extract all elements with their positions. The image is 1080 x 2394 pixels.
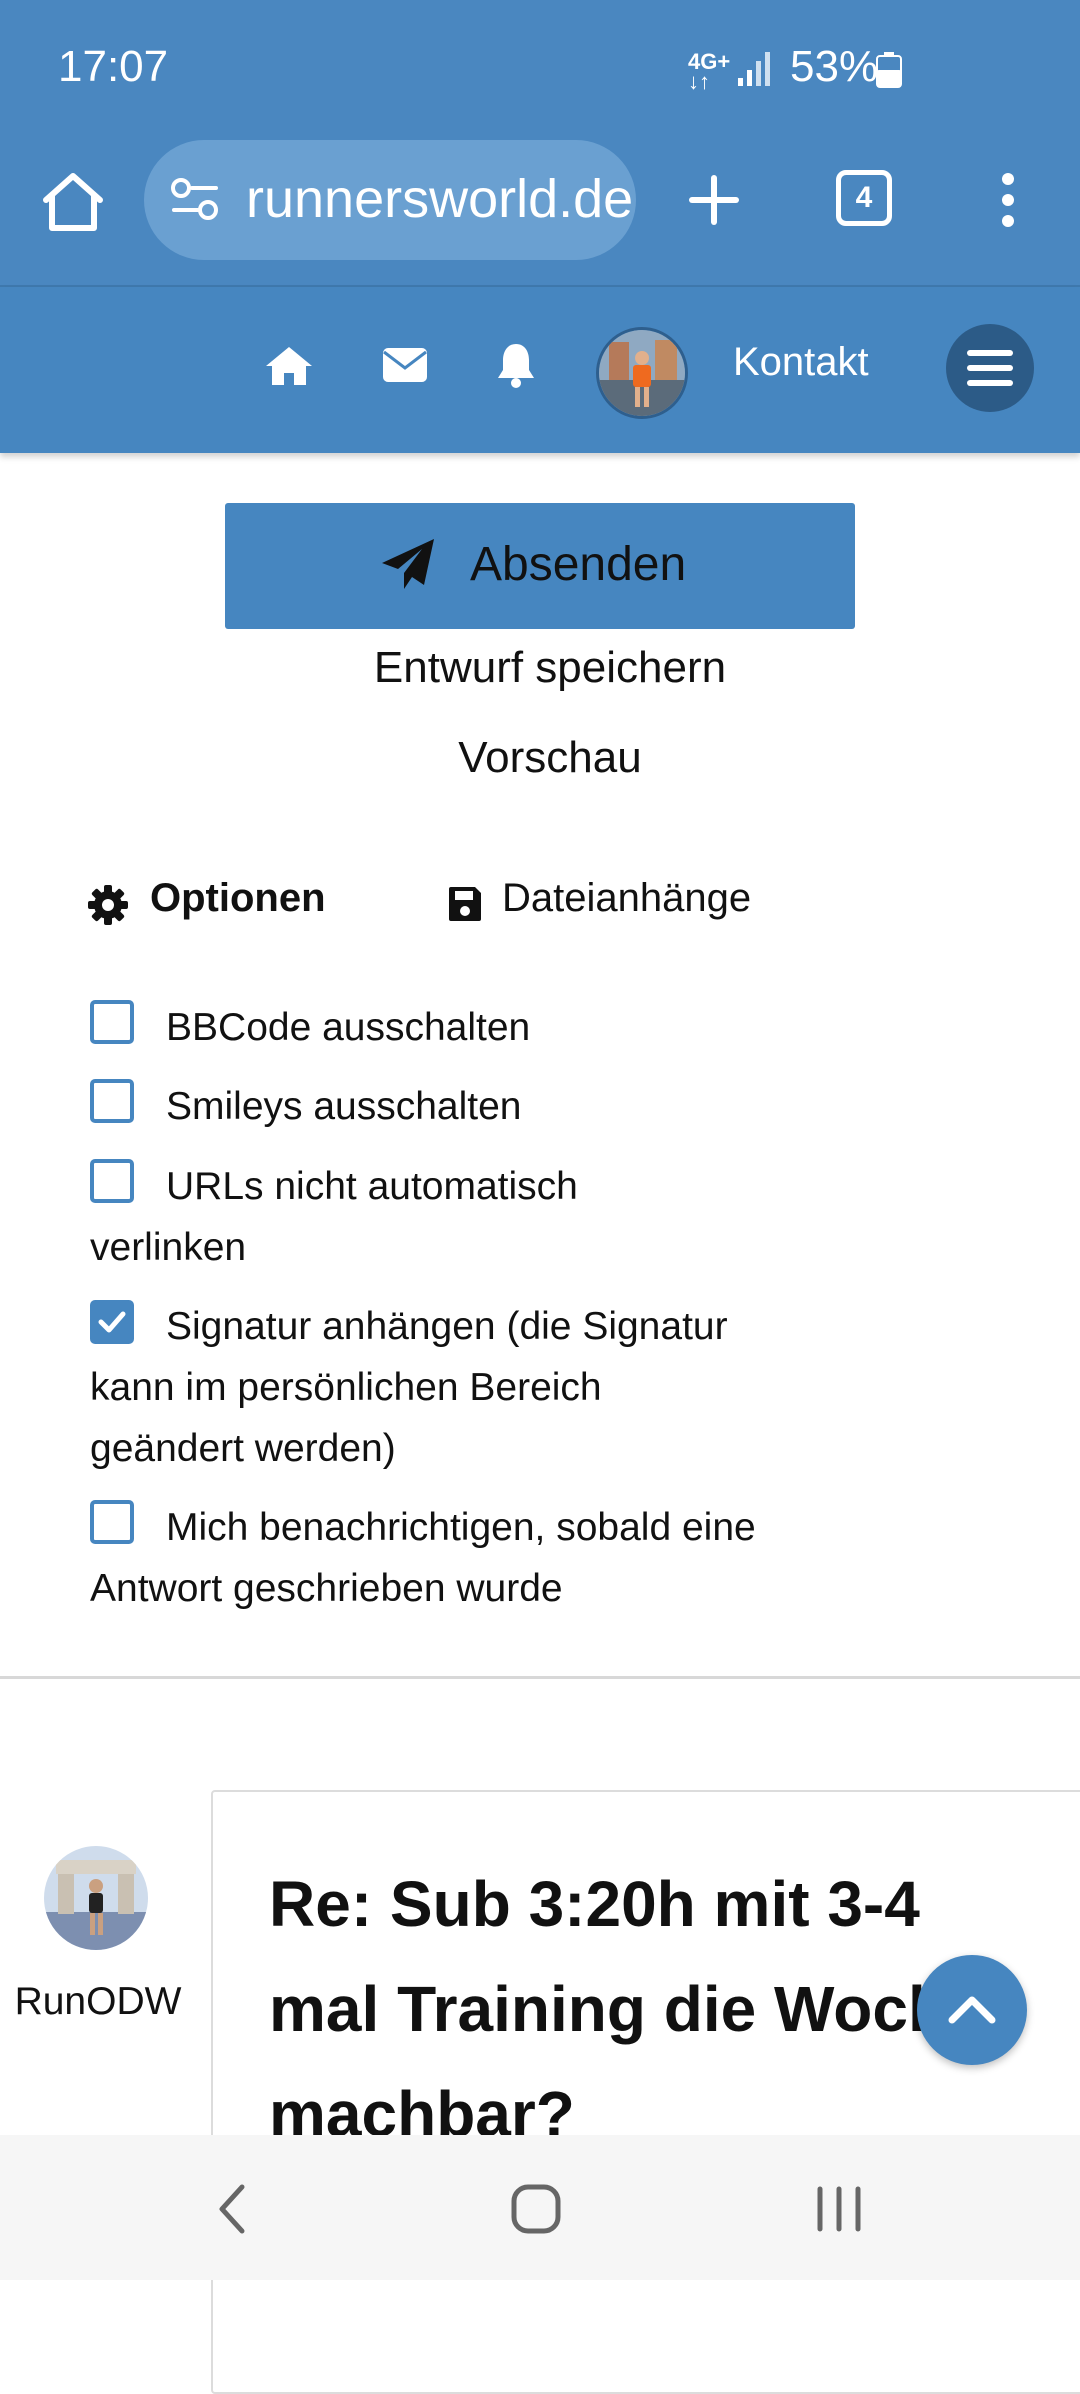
home-icon[interactable]: [42, 172, 104, 232]
site-nav: [0, 287, 1080, 453]
preview-link[interactable]: Vorschau: [0, 733, 1080, 783]
submit-button[interactable]: Absenden: [225, 503, 855, 629]
option-label: BBCode ausschalten: [166, 1006, 531, 1049]
post-card: Re: Sub 3:20h mit 3-4 mal Training die W…: [211, 1790, 1080, 2394]
chevron-up-icon: [948, 1996, 996, 2024]
system-nav-bar: [0, 2135, 1080, 2280]
battery-icon: [876, 52, 902, 88]
post-author-avatar[interactable]: [44, 1846, 148, 1950]
contact-link[interactable]: Kontakt: [733, 340, 869, 385]
hamburger-menu-icon: [967, 350, 1013, 386]
option-label: URLs nicht automatisch verlinken: [90, 1165, 578, 1269]
mail-icon[interactable]: [382, 347, 428, 383]
submit-label: Absenden: [470, 538, 687, 591]
tab-count: 4: [855, 181, 873, 214]
tabs-button[interactable]: 4: [836, 170, 892, 226]
save-draft-link[interactable]: Entwurf speichern: [0, 643, 1080, 693]
scroll-to-top-button[interactable]: [917, 1955, 1027, 2065]
url-text[interactable]: runnersworld.de: [246, 168, 633, 230]
option-label: Mich benachrichtigen, sobald eine Antwor…: [90, 1506, 756, 1610]
new-tab-icon[interactable]: [688, 174, 740, 226]
post-title[interactable]: Re: Sub 3:20h mit 3-4 mal Training die W…: [269, 1852, 1029, 2167]
tab-attachments-label: Dateianhänge: [502, 876, 752, 920]
home-icon[interactable]: [264, 345, 314, 387]
post-author-name[interactable]: RunODW: [0, 1980, 196, 2024]
tab-options-label: Optionen: [150, 876, 326, 920]
paper-plane-icon: [382, 539, 434, 589]
network-indicator: 4G+ ↓↑: [688, 51, 730, 94]
site-settings-icon[interactable]: [170, 178, 220, 222]
menu-button[interactable]: [946, 324, 1034, 412]
gear-icon: [88, 885, 128, 925]
avatar[interactable]: [596, 327, 688, 419]
data-arrows-icon: ↓↑: [688, 69, 710, 94]
recent-apps-icon[interactable]: [814, 2183, 864, 2235]
option-label: Smileys ausschalten: [166, 1085, 522, 1128]
signal-icon: [738, 52, 770, 86]
back-icon[interactable]: [214, 2183, 250, 2235]
floppy-disk-icon: [449, 887, 481, 921]
url-bar[interactable]: runnersworld.de: [144, 140, 636, 260]
battery-percent: 53%: [790, 42, 879, 91]
option-label: Signatur anhängen (die Signatur kann im …: [90, 1305, 728, 1470]
more-vert-icon[interactable]: [996, 172, 1020, 228]
status-time: 17:07: [58, 42, 169, 91]
bell-icon[interactable]: [496, 342, 536, 388]
home-button-icon[interactable]: [510, 2183, 562, 2235]
section-divider: [0, 1676, 1080, 1679]
